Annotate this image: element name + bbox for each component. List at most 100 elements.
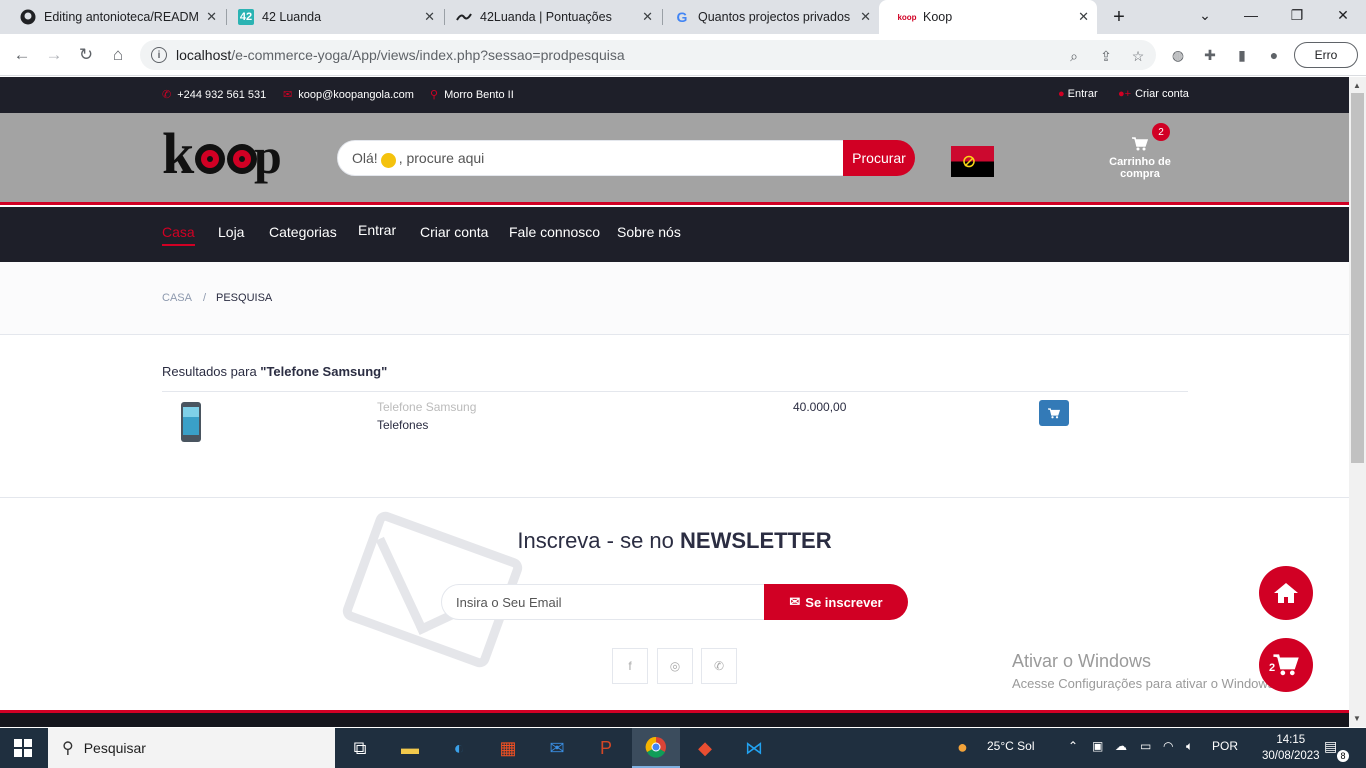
location-contact: ⚲ Morro Bento II	[430, 88, 514, 102]
meet-icon[interactable]: ▣	[1092, 739, 1103, 753]
nav-item-sobre-nos[interactable]: Sobre nós	[617, 224, 681, 240]
reload-icon[interactable]: ↻	[74, 43, 98, 67]
home-icon[interactable]: ⌂	[106, 43, 130, 67]
tab-42-luanda[interactable]: 42 42 Luanda ✕	[218, 0, 443, 34]
tab-google[interactable]: G Quantos projectos privados c ✕	[654, 0, 879, 34]
close-icon[interactable]: ✕	[1078, 9, 1089, 25]
windows-start-icon[interactable]	[14, 739, 32, 757]
vscode-icon[interactable]: ⋈	[730, 728, 778, 768]
chevron-down-icon[interactable]: ⌄	[1182, 0, 1228, 30]
42-icon: 42	[238, 9, 254, 25]
back-icon[interactable]: ←	[10, 43, 34, 67]
volume-icon[interactable]: 🔈︎	[1186, 739, 1193, 754]
close-icon[interactable]: ✕	[206, 9, 217, 25]
nav-item-criar-conta[interactable]: Criar conta	[420, 224, 488, 240]
register-link[interactable]: ●+ Criar conta	[1118, 88, 1189, 100]
browser-tab-bar: Editing antonioteca/README ✕ 42 42 Luand…	[0, 0, 1366, 34]
language-indicator[interactable]: POR	[1212, 739, 1238, 753]
floating-cart-button[interactable]: 2	[1259, 638, 1313, 692]
close-icon[interactable]: ✕	[860, 9, 871, 25]
whatsapp-icon[interactable]: ✆	[701, 648, 737, 684]
svg-text:p: p	[254, 128, 282, 184]
notifications-icon[interactable]: ▤	[1324, 738, 1337, 755]
weather-text[interactable]: 25°C Sol	[987, 739, 1035, 753]
system-clock[interactable]: 14:15 30/08/2023	[1262, 732, 1320, 764]
battery-icon[interactable]: ▭	[1140, 739, 1151, 753]
koop-logo[interactable]: k p	[162, 121, 286, 186]
page-scrollbar[interactable]: ▲ ▼	[1349, 77, 1366, 727]
header-cart[interactable]: Carrinho de compra 2	[1090, 123, 1190, 180]
product-name[interactable]: Telefone Samsung	[377, 400, 476, 414]
star-icon[interactable]: ☆	[1128, 46, 1148, 66]
subscribe-button[interactable]: ✉ Se inscrever	[764, 584, 908, 620]
git-icon[interactable]: ◆	[681, 728, 729, 768]
nav-item-loja[interactable]: Loja	[218, 224, 244, 240]
tab-github[interactable]: Editing antonioteca/README ✕	[0, 0, 225, 34]
user-plus-icon: ●+	[1118, 88, 1132, 100]
side-panel-icon[interactable]: ▮	[1232, 45, 1252, 65]
search-input[interactable]: Olá! , procure aqui	[337, 140, 847, 176]
tab-koop[interactable]: koop Koop ✕	[879, 0, 1097, 34]
tab-42-pontuacoes[interactable]: 42Luanda | Pontuações ✕	[436, 0, 661, 34]
forward-icon[interactable]: →	[42, 43, 66, 67]
facebook-icon[interactable]: f	[612, 648, 648, 684]
page-viewport: ✆ +244 932 561 531 ✉ koop@koopangola.com…	[0, 77, 1349, 727]
chrome-icon[interactable]	[632, 728, 680, 768]
minimize-icon[interactable]: —	[1228, 0, 1274, 30]
google-icon: G	[676, 9, 688, 25]
phone-icon: ✆	[162, 89, 172, 101]
phone-contact: ✆ +244 932 561 531	[162, 88, 267, 102]
extension-mouse-icon[interactable]: ◍	[1168, 45, 1188, 65]
search-button[interactable]: Procurar	[843, 140, 915, 176]
edge-icon[interactable]: ◐	[435, 728, 483, 768]
mail-icon[interactable]: ✉	[533, 728, 581, 768]
close-icon[interactable]: ✕	[642, 9, 653, 25]
file-explorer-icon[interactable]: ▬	[386, 728, 434, 768]
cloud-icon[interactable]: ☁	[1115, 739, 1127, 753]
weather-icon[interactable]: ●	[957, 737, 968, 758]
address-bar: ← → ↻ ⌂ i localhost/e-commerce-yoga/App/…	[0, 34, 1366, 76]
results-heading: Resultados para "Telefone Samsung"	[162, 364, 388, 379]
instagram-icon[interactable]: ◎	[657, 648, 693, 684]
scroll-up-icon[interactable]: ▲	[1353, 81, 1361, 90]
newsletter-email-input[interactable]: Insira o Seu Email	[441, 584, 771, 620]
url-field[interactable]: i localhost/e-commerce-yoga/App/views/in…	[140, 40, 1156, 70]
url-host: localhost	[176, 47, 232, 63]
url-path: /e-commerce-yoga/App/views/index.php?ses…	[231, 47, 625, 63]
zoom-icon[interactable]: ⌕	[1064, 46, 1084, 66]
scroll-down-icon[interactable]: ▼	[1353, 714, 1361, 723]
wifi-icon[interactable]: ◠	[1163, 739, 1173, 753]
product-image[interactable]	[180, 402, 202, 442]
add-to-cart-button[interactable]	[1039, 400, 1069, 426]
profile-icon[interactable]: ●	[1264, 45, 1284, 65]
info-icon[interactable]: i	[151, 47, 167, 63]
share-icon[interactable]: ⇪	[1096, 46, 1116, 66]
store-icon[interactable]: ▦	[484, 728, 532, 768]
login-link[interactable]: ● Entrar	[1058, 88, 1098, 100]
restore-icon[interactable]: ❐	[1274, 0, 1320, 30]
angola-flag-icon[interactable]	[951, 146, 994, 177]
nav-item-entrar[interactable]: Entrar	[358, 222, 396, 238]
profile-error-button[interactable]: Erro	[1294, 42, 1358, 68]
divider	[162, 391, 1188, 392]
site-header: k p Olá! , procure aqui Procurar Carrinh…	[0, 113, 1349, 205]
powerpoint-icon[interactable]: P	[582, 728, 630, 768]
breadcrumb-current: Pesquisa	[216, 292, 273, 304]
search-icon: ⚲	[62, 740, 74, 757]
chevron-up-icon[interactable]: ⌃	[1068, 739, 1078, 753]
cart-label: Carrinho de compra	[1109, 156, 1171, 180]
floating-home-button[interactable]	[1259, 566, 1313, 620]
contact-bar: ✆ +244 932 561 531 ✉ koop@koopangola.com…	[0, 77, 1349, 113]
puzzle-icon[interactable]: ✚	[1200, 45, 1220, 65]
scrollbar-thumb[interactable]	[1351, 93, 1364, 463]
nav-item-casa[interactable]: Casa	[162, 224, 195, 246]
close-icon[interactable]: ✕	[424, 9, 435, 25]
breadcrumb-home[interactable]: Casa	[162, 292, 192, 304]
window-close-icon[interactable]: ✕	[1320, 0, 1366, 30]
task-view-icon[interactable]: ⧉	[336, 728, 384, 768]
new-tab-icon[interactable]: +	[1105, 2, 1133, 32]
windows-taskbar: ⚲ Pesquisar ⧉ ▬ ◐ ▦ ✉ P ◆ ⋈ ● 25°C Sol ⌃…	[0, 728, 1366, 768]
nav-item-categorias[interactable]: Categorias	[269, 224, 337, 240]
nav-item-fale-connosco[interactable]: Fale connosco	[509, 224, 600, 240]
taskbar-search[interactable]: ⚲ Pesquisar	[48, 728, 335, 768]
